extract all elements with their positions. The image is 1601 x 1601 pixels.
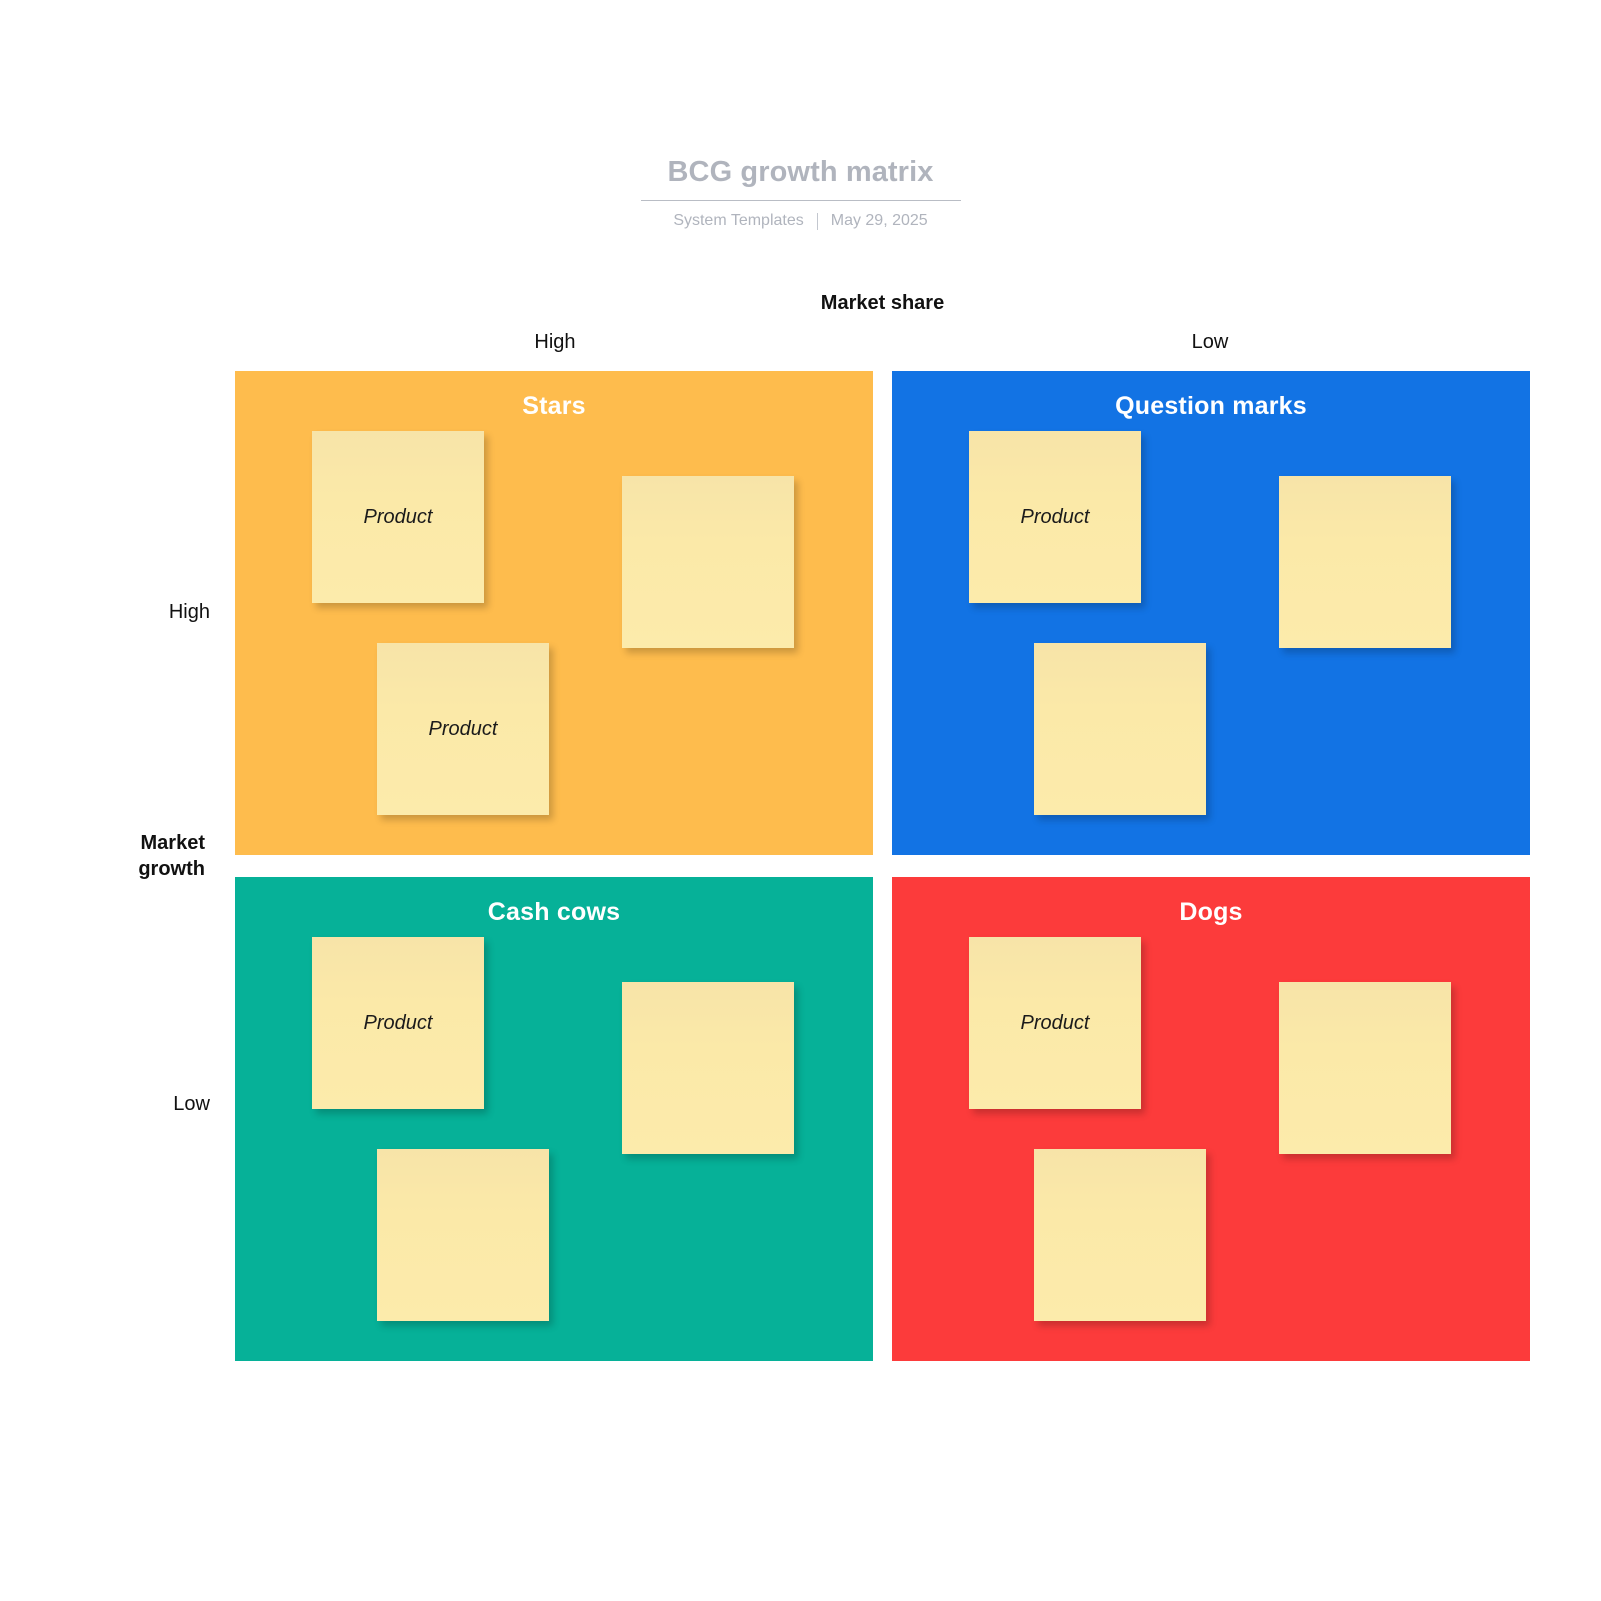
- sticky-note[interactable]: Product: [312, 431, 484, 603]
- quadrant-cash-cows[interactable]: Cash cows Product: [235, 877, 873, 1361]
- bcg-matrix: Market share High Low Market growth High…: [138, 292, 1530, 1361]
- meta-source: System Templates: [673, 211, 804, 229]
- sticky-note[interactable]: [622, 476, 794, 648]
- meta-date: May 29, 2025: [830, 211, 928, 229]
- sticky-note-label: Product: [1020, 1012, 1090, 1034]
- sticky-note[interactable]: [377, 1149, 549, 1321]
- market-growth-label-low: Low: [173, 1093, 210, 1115]
- market-share-axis-title: Market share: [820, 292, 945, 314]
- market-growth-axis-title-line1: Market: [140, 832, 205, 854]
- title-divider: [640, 199, 961, 201]
- quadrant-dogs[interactable]: Dogs Product: [892, 877, 1530, 1361]
- sticky-note-label: Product: [363, 1012, 433, 1034]
- document-header: BCG growth matrix System Templates May 2…: [0, 155, 1601, 231]
- market-share-label-low: Low: [1191, 331, 1229, 353]
- quadrant-question-marks[interactable]: Question marks Product: [892, 371, 1530, 855]
- sticky-note[interactable]: [1279, 982, 1451, 1154]
- quadrant-title-cash-cows: Cash cows: [487, 898, 621, 926]
- document-meta: System Templates May 29, 2025: [0, 211, 1601, 231]
- sticky-note[interactable]: Product: [377, 643, 549, 815]
- quadrant-title-stars: Stars: [522, 392, 586, 420]
- sticky-note[interactable]: Product: [312, 937, 484, 1109]
- quadrant-title-question-marks: Question marks: [1115, 392, 1307, 420]
- market-growth-axis-title-line2: growth: [138, 857, 205, 880]
- meta-separator-icon: [816, 213, 818, 231]
- sticky-note[interactable]: [1034, 1149, 1206, 1321]
- page-title: BCG growth matrix: [667, 156, 934, 188]
- sticky-note-label: Product: [1020, 506, 1090, 528]
- market-share-label-high: High: [534, 331, 576, 353]
- sticky-note[interactable]: [622, 982, 794, 1154]
- sticky-note-label: Product: [428, 718, 498, 740]
- sticky-note[interactable]: Product: [969, 431, 1141, 603]
- sticky-note-label: Product: [363, 506, 433, 528]
- market-growth-label-high: High: [168, 601, 210, 623]
- sticky-note[interactable]: [1279, 476, 1451, 648]
- market-growth-axis-title: Market growth: [65, 831, 205, 882]
- quadrant-title-dogs: Dogs: [1179, 898, 1243, 926]
- sticky-note[interactable]: Product: [969, 937, 1141, 1109]
- sticky-note[interactable]: [1034, 643, 1206, 815]
- quadrant-stars[interactable]: Stars Product Product: [235, 371, 873, 855]
